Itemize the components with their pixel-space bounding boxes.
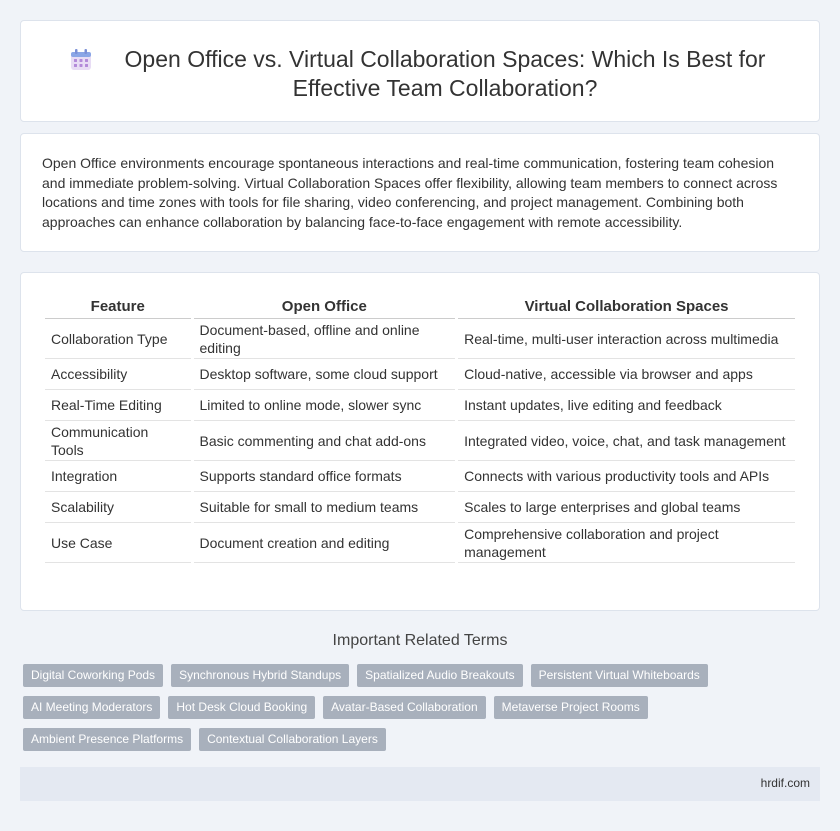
table-cell: Real-time, multi-user interaction across… <box>458 319 795 359</box>
table-cell: Comprehensive collaboration and project … <box>458 523 795 563</box>
table-row: Accessibility Desktop software, some clo… <box>45 359 795 390</box>
related-term-tag[interactable]: Contextual Collaboration Layers <box>199 728 386 751</box>
summary-card: Open Office environments encourage spont… <box>20 133 820 252</box>
table-row: Integration Supports standard office for… <box>45 461 795 492</box>
table-cell: Basic commenting and chat add-ons <box>193 421 456 461</box>
table-row: Collaboration Type Document-based, offli… <box>45 319 795 359</box>
table-cell: Supports standard office formats <box>193 461 456 492</box>
table-row: Scalability Suitable for small to medium… <box>45 492 795 523</box>
table-cell: Desktop software, some cloud support <box>193 359 456 390</box>
table-cell: Scales to large enterprises and global t… <box>458 492 795 523</box>
table-row: Real-Time Editing Limited to online mode… <box>45 390 795 421</box>
table-cell: Integration <box>45 461 191 492</box>
table-cell: Limited to online mode, slower sync <box>193 390 456 421</box>
footer-site-link[interactable]: hrdif.com <box>761 776 810 790</box>
related-term-tag[interactable]: Spatialized Audio Breakouts <box>357 664 523 687</box>
related-term-tag[interactable]: Ambient Presence Platforms <box>23 728 192 751</box>
related-term-tag[interactable]: Persistent Virtual Whiteboards <box>530 664 708 687</box>
related-term-tag[interactable]: AI Meeting Moderators <box>23 696 161 719</box>
comparison-table: Feature Open Office Virtual Collaboratio… <box>42 297 798 563</box>
related-term-tag[interactable]: Digital Coworking Pods <box>23 664 164 687</box>
header-open-office: Open Office <box>193 297 456 319</box>
table-header-row: Feature Open Office Virtual Collaboratio… <box>45 297 795 319</box>
page-title: Open Office vs. Virtual Collaboration Sp… <box>124 46 766 101</box>
title-card: Open Office vs. Virtual Collaboration Sp… <box>20 20 820 122</box>
table-row: Use Case Document creation and editing C… <box>45 523 795 563</box>
header-feature: Feature <box>45 297 191 319</box>
related-term-tag[interactable]: Avatar-Based Collaboration <box>323 696 486 719</box>
table-row: Communication Tools Basic commenting and… <box>45 421 795 461</box>
table-cell: Document creation and editing <box>193 523 456 563</box>
table-cell: Cloud-native, accessible via browser and… <box>458 359 795 390</box>
table-cell: Real-Time Editing <box>45 390 191 421</box>
table-cell: Instant updates, live editing and feedba… <box>458 390 795 421</box>
table-cell: Collaboration Type <box>45 319 191 359</box>
table-cell: Use Case <box>45 523 191 563</box>
table-cell: Suitable for small to medium teams <box>193 492 456 523</box>
table-cell: Document-based, offline and online editi… <box>193 319 456 359</box>
related-term-tag[interactable]: Hot Desk Cloud Booking <box>168 696 316 719</box>
table-cell: Integrated video, voice, chat, and task … <box>458 421 795 461</box>
footer: hrdif.com <box>20 767 820 801</box>
related-term-tag[interactable]: Metaverse Project Rooms <box>493 696 648 719</box>
related-term-tag[interactable]: Synchronous Hybrid Standups <box>171 664 350 687</box>
table-cell: Connects with various productivity tools… <box>458 461 795 492</box>
related-terms-list: Digital Coworking Pods Synchronous Hybri… <box>23 664 823 751</box>
table-cell: Accessibility <box>45 359 191 390</box>
comparison-card: Feature Open Office Virtual Collaboratio… <box>20 272 820 611</box>
related-terms-heading: Important Related Terms <box>332 632 508 649</box>
table-cell: Scalability <box>45 492 191 523</box>
table-cell: Communication Tools <box>45 421 191 461</box>
header-virtual-spaces: Virtual Collaboration Spaces <box>458 297 795 319</box>
summary-text: Open Office environments encourage spont… <box>42 155 778 230</box>
